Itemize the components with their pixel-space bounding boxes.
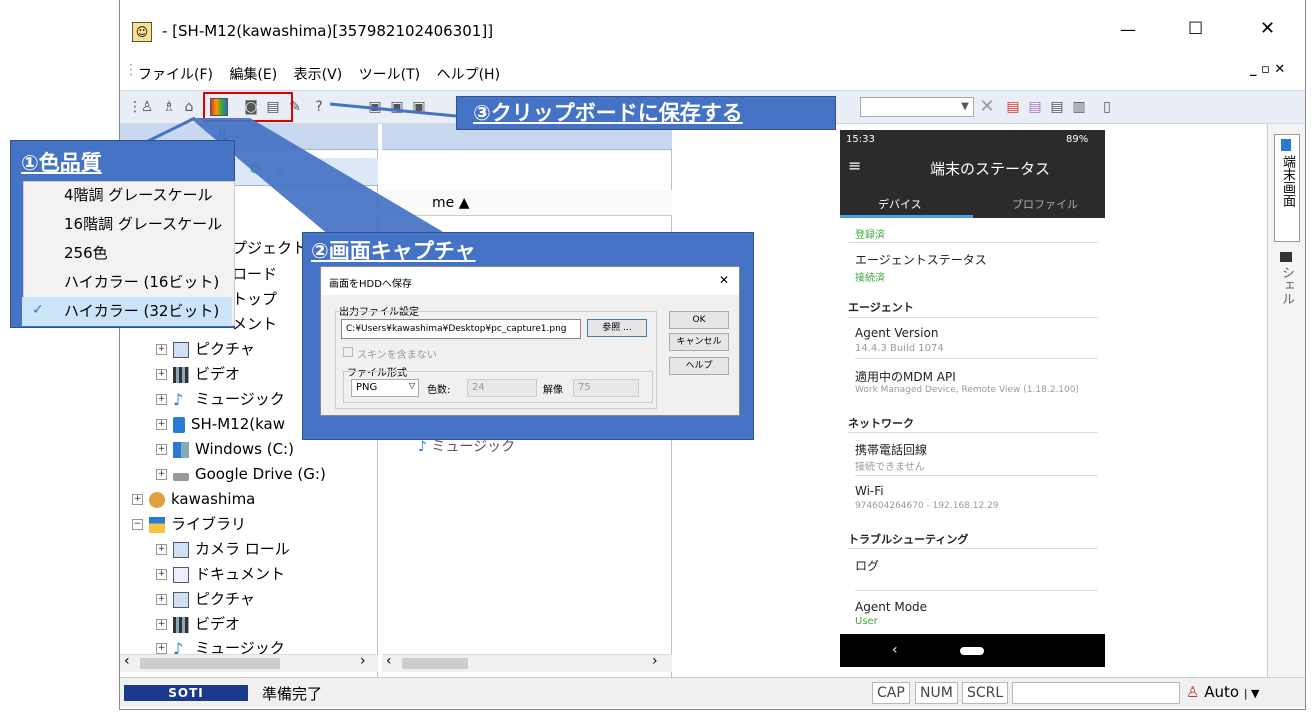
colors-select[interactable]: 24 bbox=[467, 379, 537, 397]
skin-checkbox-label: スキンを含まない bbox=[357, 350, 437, 361]
resolution-spinner[interactable]: 75 bbox=[573, 379, 639, 397]
color-menu-item[interactable]: ハイカラー (16ビット) bbox=[22, 268, 232, 297]
color-menu-item[interactable]: 16階調 グレースケール bbox=[22, 210, 232, 239]
color-menu-item[interactable]: 256色 bbox=[22, 239, 232, 268]
callout-clipboard: ③クリップボードに保存する bbox=[456, 96, 836, 130]
format-dropdown-icon[interactable]: ▽ bbox=[409, 381, 415, 390]
callout-capture-text: ②画面キャプチャ bbox=[311, 239, 476, 263]
path-input[interactable]: C:¥Users¥kawashima¥Desktop¥pc_capture1.p… bbox=[341, 319, 581, 339]
check-icon: ✓ bbox=[32, 302, 44, 318]
colors-label: 色数: bbox=[427, 385, 451, 396]
callout-clipboard-text: ③クリップボードに保存する bbox=[473, 101, 743, 125]
dialog-title: 画面をHDDへ保存 bbox=[329, 279, 412, 290]
help-button[interactable]: ヘルプ bbox=[669, 357, 729, 375]
browse-button[interactable]: 参照 ... bbox=[587, 319, 647, 337]
save-to-hdd-dialog: 画面をHDDへ保存 ✕ 出力ファイル設定 C:¥Users¥kawashima¥… bbox=[320, 266, 740, 416]
callout-color-title: ①色品質 bbox=[21, 147, 102, 177]
callout-capture-title: ②画面キャプチャ bbox=[311, 235, 476, 265]
color-menu-item-selected[interactable]: ハイカラー (32ビット) bbox=[22, 297, 232, 326]
resolution-label: 解像 bbox=[543, 385, 563, 396]
color-menu-item[interactable]: 4階調 グレースケール bbox=[22, 181, 232, 210]
clipboard-connector bbox=[329, 102, 457, 118]
dialog-titlebar: 画面をHDDへ保存 ✕ bbox=[321, 267, 739, 295]
cancel-button[interactable]: キャンセル bbox=[669, 333, 729, 351]
skin-checkbox[interactable] bbox=[343, 347, 353, 357]
ok-button[interactable]: OK bbox=[669, 311, 729, 329]
dialog-close-button[interactable]: ✕ bbox=[719, 273, 729, 287]
callout-color-text: ①色品質 bbox=[21, 151, 102, 175]
